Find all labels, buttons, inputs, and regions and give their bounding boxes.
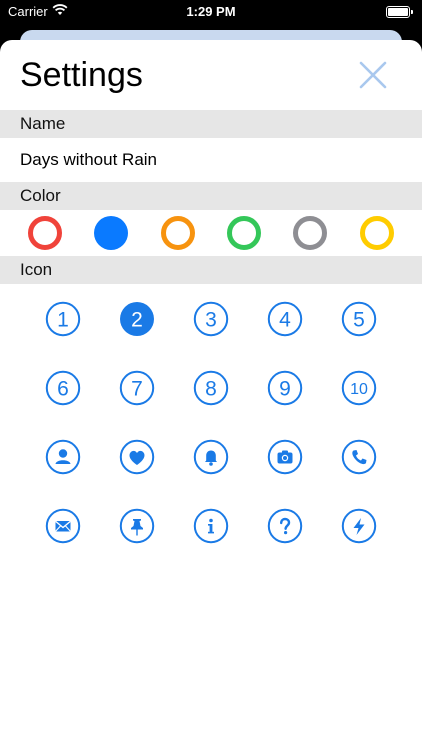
- section-header-name: Name: [0, 110, 422, 138]
- color-option-orange[interactable]: [160, 216, 195, 250]
- number-8-icon: 8: [193, 370, 229, 405]
- number-10-icon: 10: [341, 370, 377, 405]
- number-6-icon: 6: [45, 370, 81, 405]
- pin-icon: [119, 508, 155, 543]
- icon-option-heart[interactable]: [100, 422, 174, 491]
- number-label: 6: [57, 377, 69, 400]
- number-9-icon: 9: [267, 370, 303, 405]
- status-bar: Carrier 1:29 PM: [0, 0, 422, 26]
- color-option-blue[interactable]: [94, 216, 129, 250]
- number-label: 4: [279, 308, 291, 331]
- icon-option-info[interactable]: [174, 491, 248, 560]
- info-icon: [193, 508, 229, 543]
- number-3-icon: 3: [193, 301, 229, 336]
- icon-option-bolt[interactable]: [322, 491, 396, 560]
- name-field[interactable]: Days without Rain: [0, 138, 422, 182]
- icon-option-number-7[interactable]: 7: [100, 353, 174, 422]
- close-icon: [359, 61, 387, 89]
- number-label: 7: [131, 377, 143, 400]
- number-2-icon: 2: [120, 301, 154, 336]
- number-5-icon: 5: [341, 301, 377, 336]
- settings-sheet: Settings Name Days without Rain Color Ic…: [0, 40, 422, 750]
- number-label: 3: [205, 308, 217, 331]
- number-1-icon: 1: [45, 301, 81, 336]
- icon-option-pin[interactable]: [100, 491, 174, 560]
- number-label: 1: [57, 308, 69, 331]
- section-header-icon: Icon: [0, 256, 422, 284]
- color-option-red[interactable]: [28, 216, 63, 250]
- number-7-icon: 7: [119, 370, 155, 405]
- number-label: 8: [205, 377, 217, 400]
- question-icon: [267, 508, 303, 543]
- icon-option-number-9[interactable]: 9: [248, 353, 322, 422]
- color-option-yellow[interactable]: [359, 216, 394, 250]
- icon-option-camera[interactable]: [248, 422, 322, 491]
- icon-option-number-3[interactable]: 3: [174, 284, 248, 353]
- person-icon: [45, 439, 81, 474]
- icon-option-number-10[interactable]: 10: [322, 353, 396, 422]
- bell-icon: [193, 439, 229, 474]
- section-header-color: Color: [0, 182, 422, 210]
- envelope-icon: [45, 508, 81, 543]
- sheet-header: Settings: [0, 40, 422, 110]
- icon-option-envelope[interactable]: [26, 491, 100, 560]
- icon-option-number-4[interactable]: 4: [248, 284, 322, 353]
- phone-icon: [341, 439, 377, 474]
- page-title: Settings: [20, 56, 143, 94]
- icon-option-bell[interactable]: [174, 422, 248, 491]
- icon-option-question[interactable]: [248, 491, 322, 560]
- color-picker: [0, 210, 422, 256]
- number-label: 9: [279, 377, 291, 400]
- icon-option-number-6[interactable]: 6: [26, 353, 100, 422]
- number-4-icon: 4: [267, 301, 303, 336]
- color-option-gray[interactable]: [293, 216, 328, 250]
- icon-option-number-5[interactable]: 5: [322, 284, 396, 353]
- icon-option-number-2[interactable]: 2: [100, 284, 174, 353]
- bolt-icon: [341, 508, 377, 543]
- clock: 1:29 PM: [186, 4, 236, 19]
- icon-option-person[interactable]: [26, 422, 100, 491]
- camera-icon: [267, 439, 303, 474]
- number-label: 10: [350, 380, 368, 397]
- number-label: 5: [353, 308, 365, 331]
- icon-picker: 1 2 3 4 5 6 7 8 9 10: [0, 284, 422, 560]
- battery-icon: [386, 6, 413, 18]
- icon-option-number-1[interactable]: 1: [26, 284, 100, 353]
- heart-icon: [119, 439, 155, 474]
- icon-option-phone[interactable]: [322, 422, 396, 491]
- close-button[interactable]: [358, 60, 388, 90]
- icon-option-number-8[interactable]: 8: [174, 353, 248, 422]
- number-label: 2: [131, 308, 143, 331]
- color-option-green[interactable]: [227, 216, 262, 250]
